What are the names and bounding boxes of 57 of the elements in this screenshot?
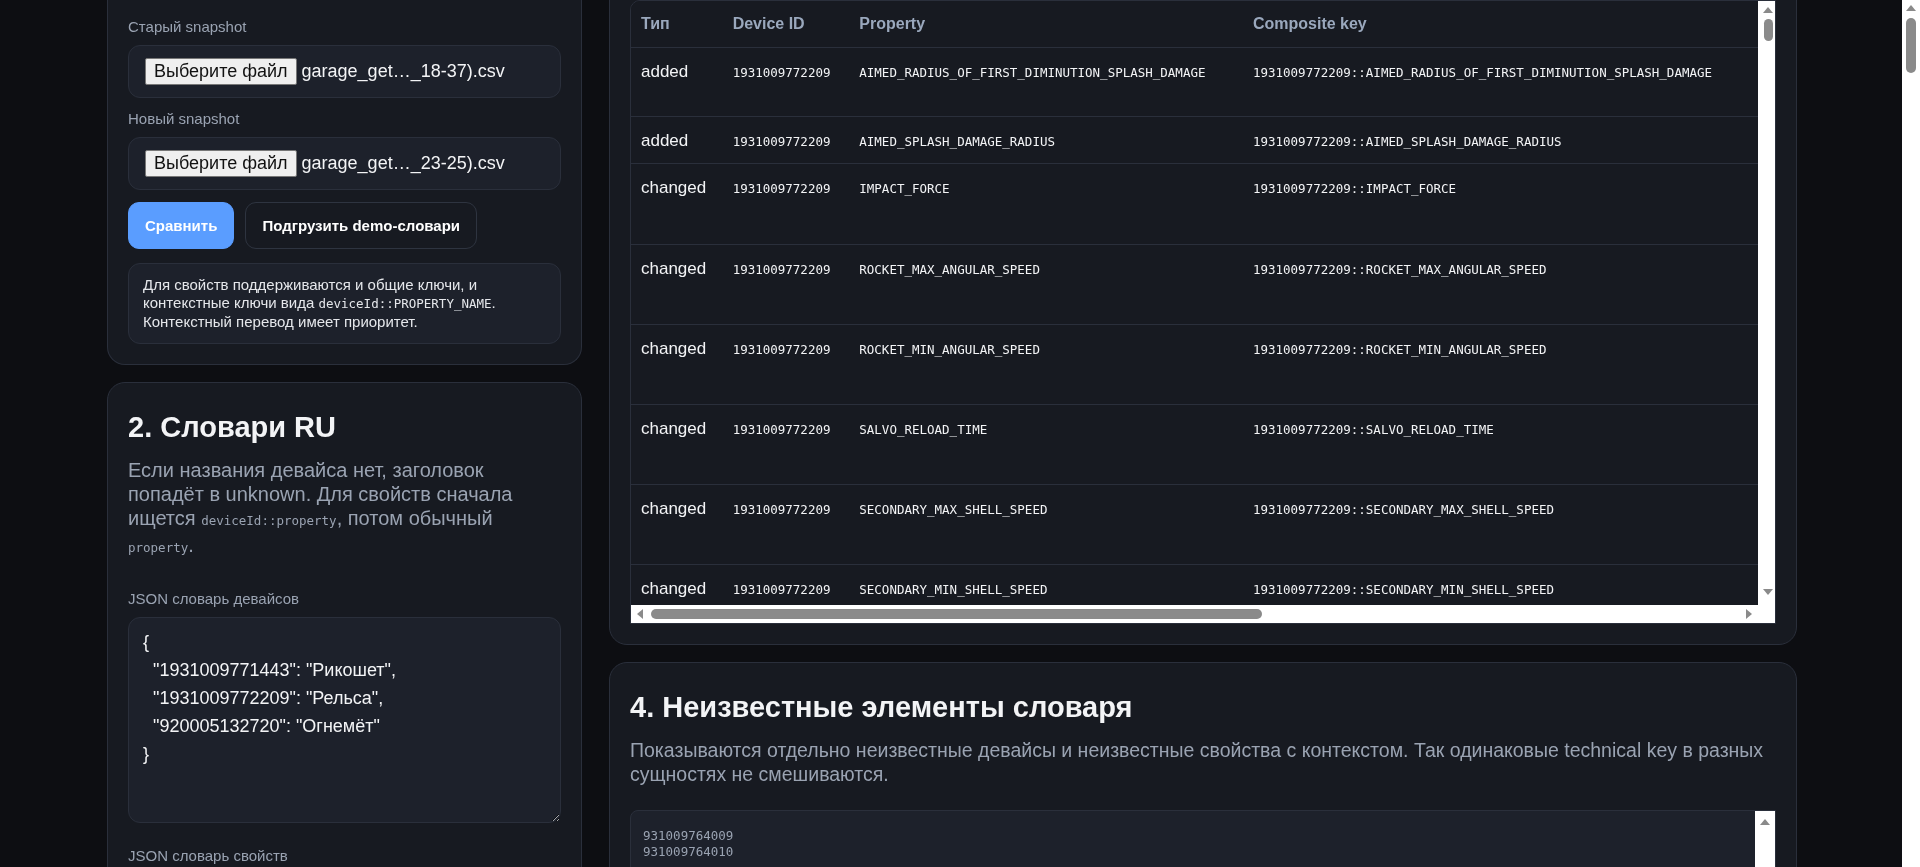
table-cell: changed <box>631 244 723 325</box>
table-cell: 1931009772209 <box>722 163 850 245</box>
choose-file-button[interactable]: Выберите файл <box>145 150 297 177</box>
table-cell: added <box>631 47 723 117</box>
table-cell: 1931009772209 <box>722 484 850 565</box>
table-cell: added <box>631 116 723 164</box>
field-label: JSON словарь девайсов <box>128 590 300 607</box>
vertical-scrollbar[interactable] <box>1758 1 1775 605</box>
table-cell: 1931009772209 <box>722 116 850 164</box>
list-line: 931009764010 <box>643 844 735 860</box>
scroll-down-icon[interactable] <box>1763 587 1773 597</box>
scrollbar-thumb[interactable] <box>651 609 1262 619</box>
scroll-up-icon[interactable] <box>1906 3 1916 13</box>
field-label: Старый snapshot <box>128 18 248 35</box>
file-name: garage_get…_18-37).csv <box>301 61 505 82</box>
list-line: 931009764009 <box>643 828 735 844</box>
table-cell: changed <box>631 484 723 565</box>
column-header: Тип <box>631 1 723 48</box>
table-cell: 1931009772209::AIMED_SPLASH_DAMAGE_RADIUS <box>1242 116 1758 164</box>
table-cell: IMPACT_FORCE <box>849 163 1243 245</box>
table-cell: 1931009772209 <box>722 244 850 325</box>
scroll-up-icon[interactable] <box>1763 5 1773 15</box>
table-cell: changed <box>631 324 723 405</box>
file-input[interactable]: Выберите файл garage_get…_23-25).csv <box>128 137 561 190</box>
file-name: garage_get…_23-25).csv <box>301 153 505 174</box>
table-cell: changed <box>631 163 723 245</box>
scroll-left-icon[interactable] <box>635 609 645 619</box>
section-description: Если названия девайса нет, заголовок попадёт в unknown. Для свойств сначала ищется deviceId::property, потом обычный property. <box>128 458 514 558</box>
page-scrollbar[interactable] <box>1902 0 1920 867</box>
table-cell: ROCKET_MAX_ANGULAR_SPEED <box>849 244 1243 325</box>
table-cell: SECONDARY_MAX_SHELL_SPEED <box>849 484 1243 565</box>
scrollbar-thumb[interactable] <box>1906 18 1916 73</box>
table-cell: ROCKET_MIN_ANGULAR_SPEED <box>849 324 1243 405</box>
file-input[interactable]: Выберите файл garage_get…_18-37).csv <box>128 45 561 98</box>
load-demo-button[interactable]: Подгрузить demo-словари <box>245 202 478 249</box>
horizontal-scrollbar[interactable] <box>631 605 1758 623</box>
column-header: Composite key <box>1242 1 1758 48</box>
table-cell: 1931009772209 <box>722 47 850 117</box>
scroll-right-icon[interactable] <box>1744 609 1754 619</box>
column-header: Device ID <box>722 1 850 48</box>
table-cell: AIMED_RADIUS_OF_FIRST_DIMINUTION_SPLASH_DAMAGE <box>849 47 1243 117</box>
json-textarea[interactable]: { "1931009771443": "Рикошет", "1931009772209": "Рельса", "920005132720": "Огнемёт" } <box>128 617 561 823</box>
table-cell: 1931009772209 <box>722 324 850 405</box>
table-cell: changed <box>631 404 723 485</box>
column-header: Property <box>849 1 1243 48</box>
section-title: 2. Словари RU <box>128 411 337 444</box>
table-cell: 1931009772209 <box>722 404 850 485</box>
table-cell: AIMED_SPLASH_DAMAGE_RADIUS <box>849 116 1243 164</box>
info-note: Для свойств поддерживаются и общие ключи, и контекстные ключи вида deviceId::PROPERTY_NAME. Контекстный перевод имеет приоритет. <box>128 263 561 344</box>
section-title: 4. Неизвестные элементы словаря <box>630 691 1134 724</box>
field-label: JSON словарь свойств <box>128 847 289 864</box>
choose-file-button[interactable]: Выберите файл <box>145 58 297 85</box>
scroll-up-icon[interactable] <box>1760 817 1770 827</box>
table-cell: SALVO_RELOAD_TIME <box>849 404 1243 485</box>
scrollbar-thumb[interactable] <box>1763 19 1773 41</box>
section-description: Показываются отдельно неизвестные девайсы и неизвестные свойства с контекстом. Так одинаковые technical key в разных сущностях не смешиваются. <box>630 738 1765 786</box>
field-label: Новый snapshot <box>128 110 241 127</box>
